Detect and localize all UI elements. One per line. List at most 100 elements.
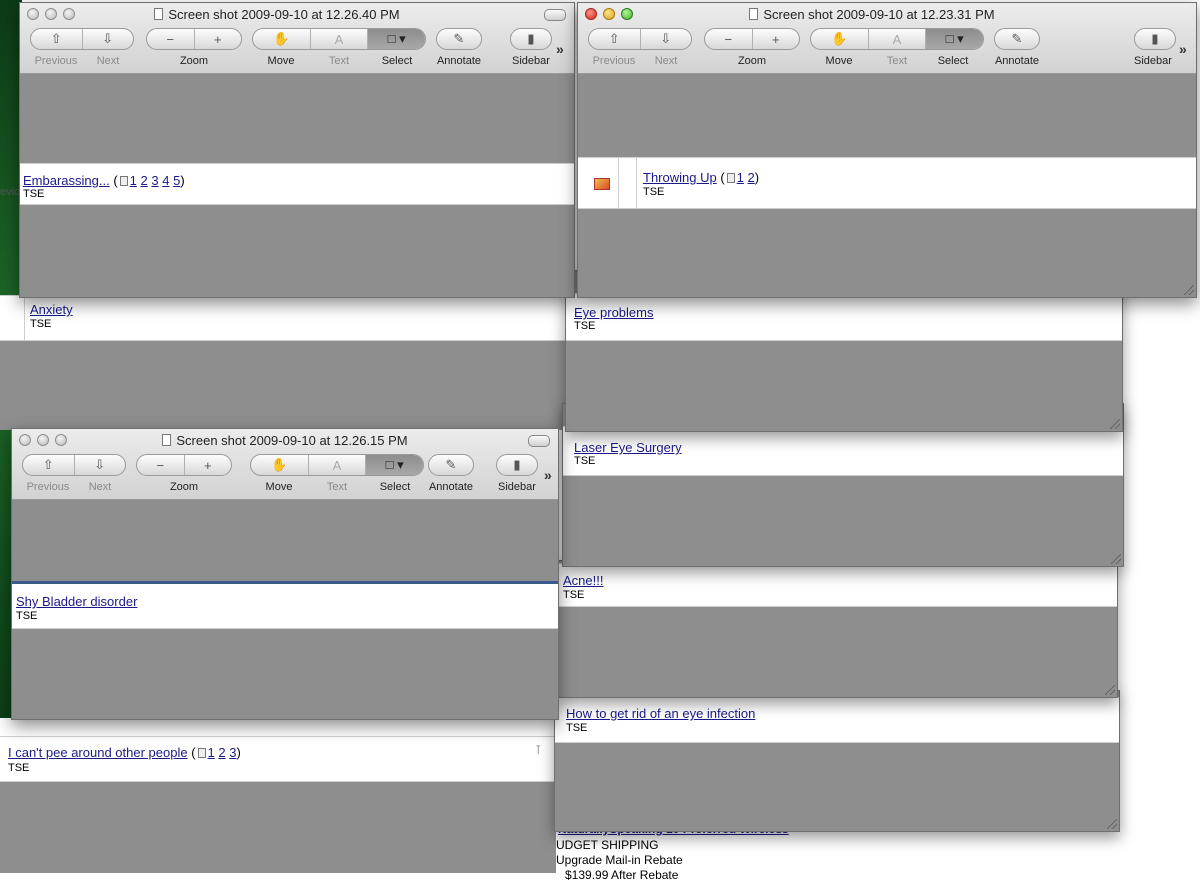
ad-line: Upgrade Mail-in Rebate	[556, 853, 683, 867]
topic-author: TSE	[8, 762, 30, 774]
text-tool-button[interactable]: A	[309, 455, 367, 475]
zoom-out-button[interactable]: −	[147, 29, 195, 49]
text-label: Text	[326, 481, 348, 493]
topic-author: TSE	[30, 318, 52, 330]
sidebar-label: Sidebar	[512, 55, 550, 67]
select-tool-button[interactable]: □ ▾	[366, 455, 423, 475]
preview-window-2[interactable]: Screen shot 2009-09-10 at 12.23.31 PM ⇧ …	[577, 2, 1197, 298]
annotate-button[interactable]: ✎	[428, 454, 474, 476]
select-label: Select	[381, 55, 413, 67]
background-preview-area: Anxiety TSE	[0, 295, 565, 430]
topic-author: TSE	[643, 186, 665, 198]
zoom-in-button[interactable]: +	[195, 29, 242, 49]
previous-button[interactable]: ⇧	[31, 29, 83, 49]
zoom-label: Zoom	[179, 55, 209, 67]
previous-button[interactable]: ⇧	[23, 455, 75, 475]
sidebar-icon: ▮	[1151, 31, 1159, 46]
page-link[interactable]: 3	[151, 173, 158, 188]
toolbar-toggle-button[interactable]	[544, 9, 566, 21]
topic-link-acne[interactable]: Acne!!!	[563, 573, 603, 588]
prev-next-control[interactable]: ⇧ ⇩	[588, 28, 692, 50]
preview-window-eye-infection[interactable]: How to get rid of an eye infection TSE	[554, 690, 1120, 832]
zoom-in-button[interactable]: +	[753, 29, 800, 49]
text-label: Text	[886, 55, 908, 67]
topic-link-eye-problems[interactable]: Eye problems	[574, 305, 653, 320]
pages-icon	[119, 176, 128, 186]
preview-window-3[interactable]: Screen shot 2009-09-10 at 12.26.15 PM ⇧ …	[11, 428, 559, 720]
annotate-label: Annotate	[436, 55, 482, 67]
move-tool-button[interactable]: ✋	[253, 29, 311, 49]
resize-handle[interactable]	[1110, 419, 1120, 429]
resize-handle[interactable]	[1105, 685, 1115, 695]
preview-window-acne[interactable]: Acne!!! TSE	[556, 560, 1118, 698]
tool-mode-control[interactable]: ✋ A □ ▾	[252, 28, 426, 50]
zoom-control[interactable]: − +	[146, 28, 242, 50]
page-link[interactable]: 1	[130, 173, 137, 188]
window-title: Screen shot 2009-09-10 at 12.23.31 PM	[578, 7, 1196, 22]
move-tool-button[interactable]: ✋	[811, 29, 869, 49]
ad-line: UDGET SHIPPING	[556, 838, 659, 852]
sidebar-icon: ▮	[513, 457, 521, 472]
next-label: Next	[88, 481, 112, 493]
page-link[interactable]: 1	[208, 745, 215, 760]
ad-line: $139.99 After Rebate	[565, 868, 679, 882]
resize-handle[interactable]	[1184, 285, 1194, 295]
window-toolbar: Screen shot 2009-09-10 at 12.23.31 PM ⇧ …	[578, 3, 1196, 74]
next-button[interactable]: ⇩	[83, 29, 134, 49]
zoom-in-button[interactable]: +	[185, 455, 232, 475]
move-tool-button[interactable]: ✋	[251, 455, 309, 475]
page-link[interactable]: 1	[737, 170, 744, 185]
toolbar-overflow-button[interactable]: »	[1179, 41, 1187, 57]
paperclip-icon: ⊺	[535, 743, 542, 757]
topic-link-anxiety[interactable]: Anxiety	[30, 302, 73, 317]
sidebar-button[interactable]: ▮	[496, 454, 538, 476]
annotate-label: Annotate	[428, 481, 474, 493]
sidebar-button[interactable]: ▮	[510, 28, 552, 50]
topic-link-eye-infection[interactable]: How to get rid of an eye infection	[566, 706, 755, 721]
prev-next-control[interactable]: ⇧ ⇩	[30, 28, 134, 50]
topic-link-pee[interactable]: I can't pee around other people	[8, 745, 188, 760]
sidebar-label: Sidebar	[1134, 55, 1172, 67]
zoom-out-button[interactable]: −	[705, 29, 753, 49]
sidebar-icon: ▮	[527, 31, 535, 46]
select-tool-button[interactable]: □ ▾	[368, 29, 425, 49]
window-title: Screen shot 2009-09-10 at 12.26.15 PM	[12, 433, 558, 448]
page-link[interactable]: 4	[162, 173, 169, 188]
page-link[interactable]: 2	[141, 173, 148, 188]
prev-next-control[interactable]: ⇧ ⇩	[22, 454, 126, 476]
next-button[interactable]: ⇩	[75, 455, 126, 475]
sidebar-button[interactable]: ▮	[1134, 28, 1176, 50]
zoom-out-button[interactable]: −	[137, 455, 185, 475]
resize-handle[interactable]	[1111, 554, 1121, 564]
preview-window-1[interactable]: Screen shot 2009-09-10 at 12.26.40 PM ⇧ …	[19, 2, 575, 298]
select-tool-button[interactable]: □ ▾	[926, 29, 983, 49]
next-button[interactable]: ⇩	[641, 29, 692, 49]
tool-mode-control[interactable]: ✋ A □ ▾	[250, 454, 424, 476]
topic-link-laser[interactable]: Laser Eye Surgery	[574, 440, 682, 455]
document-icon	[749, 8, 759, 20]
text-tool-button[interactable]: A	[869, 29, 927, 49]
resize-handle[interactable]	[1107, 819, 1117, 829]
topic-author: TSE	[563, 589, 585, 601]
topic-author: TSE	[23, 188, 45, 200]
previous-button[interactable]: ⇧	[589, 29, 641, 49]
move-label: Move	[267, 55, 295, 67]
topic-link-shy-bladder[interactable]: Shy Bladder disorder	[16, 594, 137, 609]
zoom-control[interactable]: − +	[136, 454, 232, 476]
sidebar-label: Sidebar	[498, 481, 536, 493]
topic-link-embarassing[interactable]: Embarassing...	[23, 173, 110, 188]
text-tool-button[interactable]: A	[311, 29, 369, 49]
zoom-control[interactable]: − +	[704, 28, 800, 50]
previous-label: Previous	[34, 55, 78, 67]
page-link[interactable]: 2	[218, 745, 225, 760]
toolbar-overflow-button[interactable]: »	[544, 467, 552, 483]
previous-label: Previous	[592, 55, 636, 67]
annotate-button[interactable]: ✎	[994, 28, 1040, 50]
tool-mode-control[interactable]: ✋ A □ ▾	[810, 28, 984, 50]
topic-link-throwing-up[interactable]: Throwing Up	[643, 170, 717, 185]
page-link[interactable]: 2	[748, 170, 755, 185]
next-label: Next	[654, 55, 678, 67]
annotate-button[interactable]: ✎	[436, 28, 482, 50]
topic-author: TSE	[566, 722, 588, 734]
toolbar-toggle-button[interactable]	[528, 435, 550, 447]
